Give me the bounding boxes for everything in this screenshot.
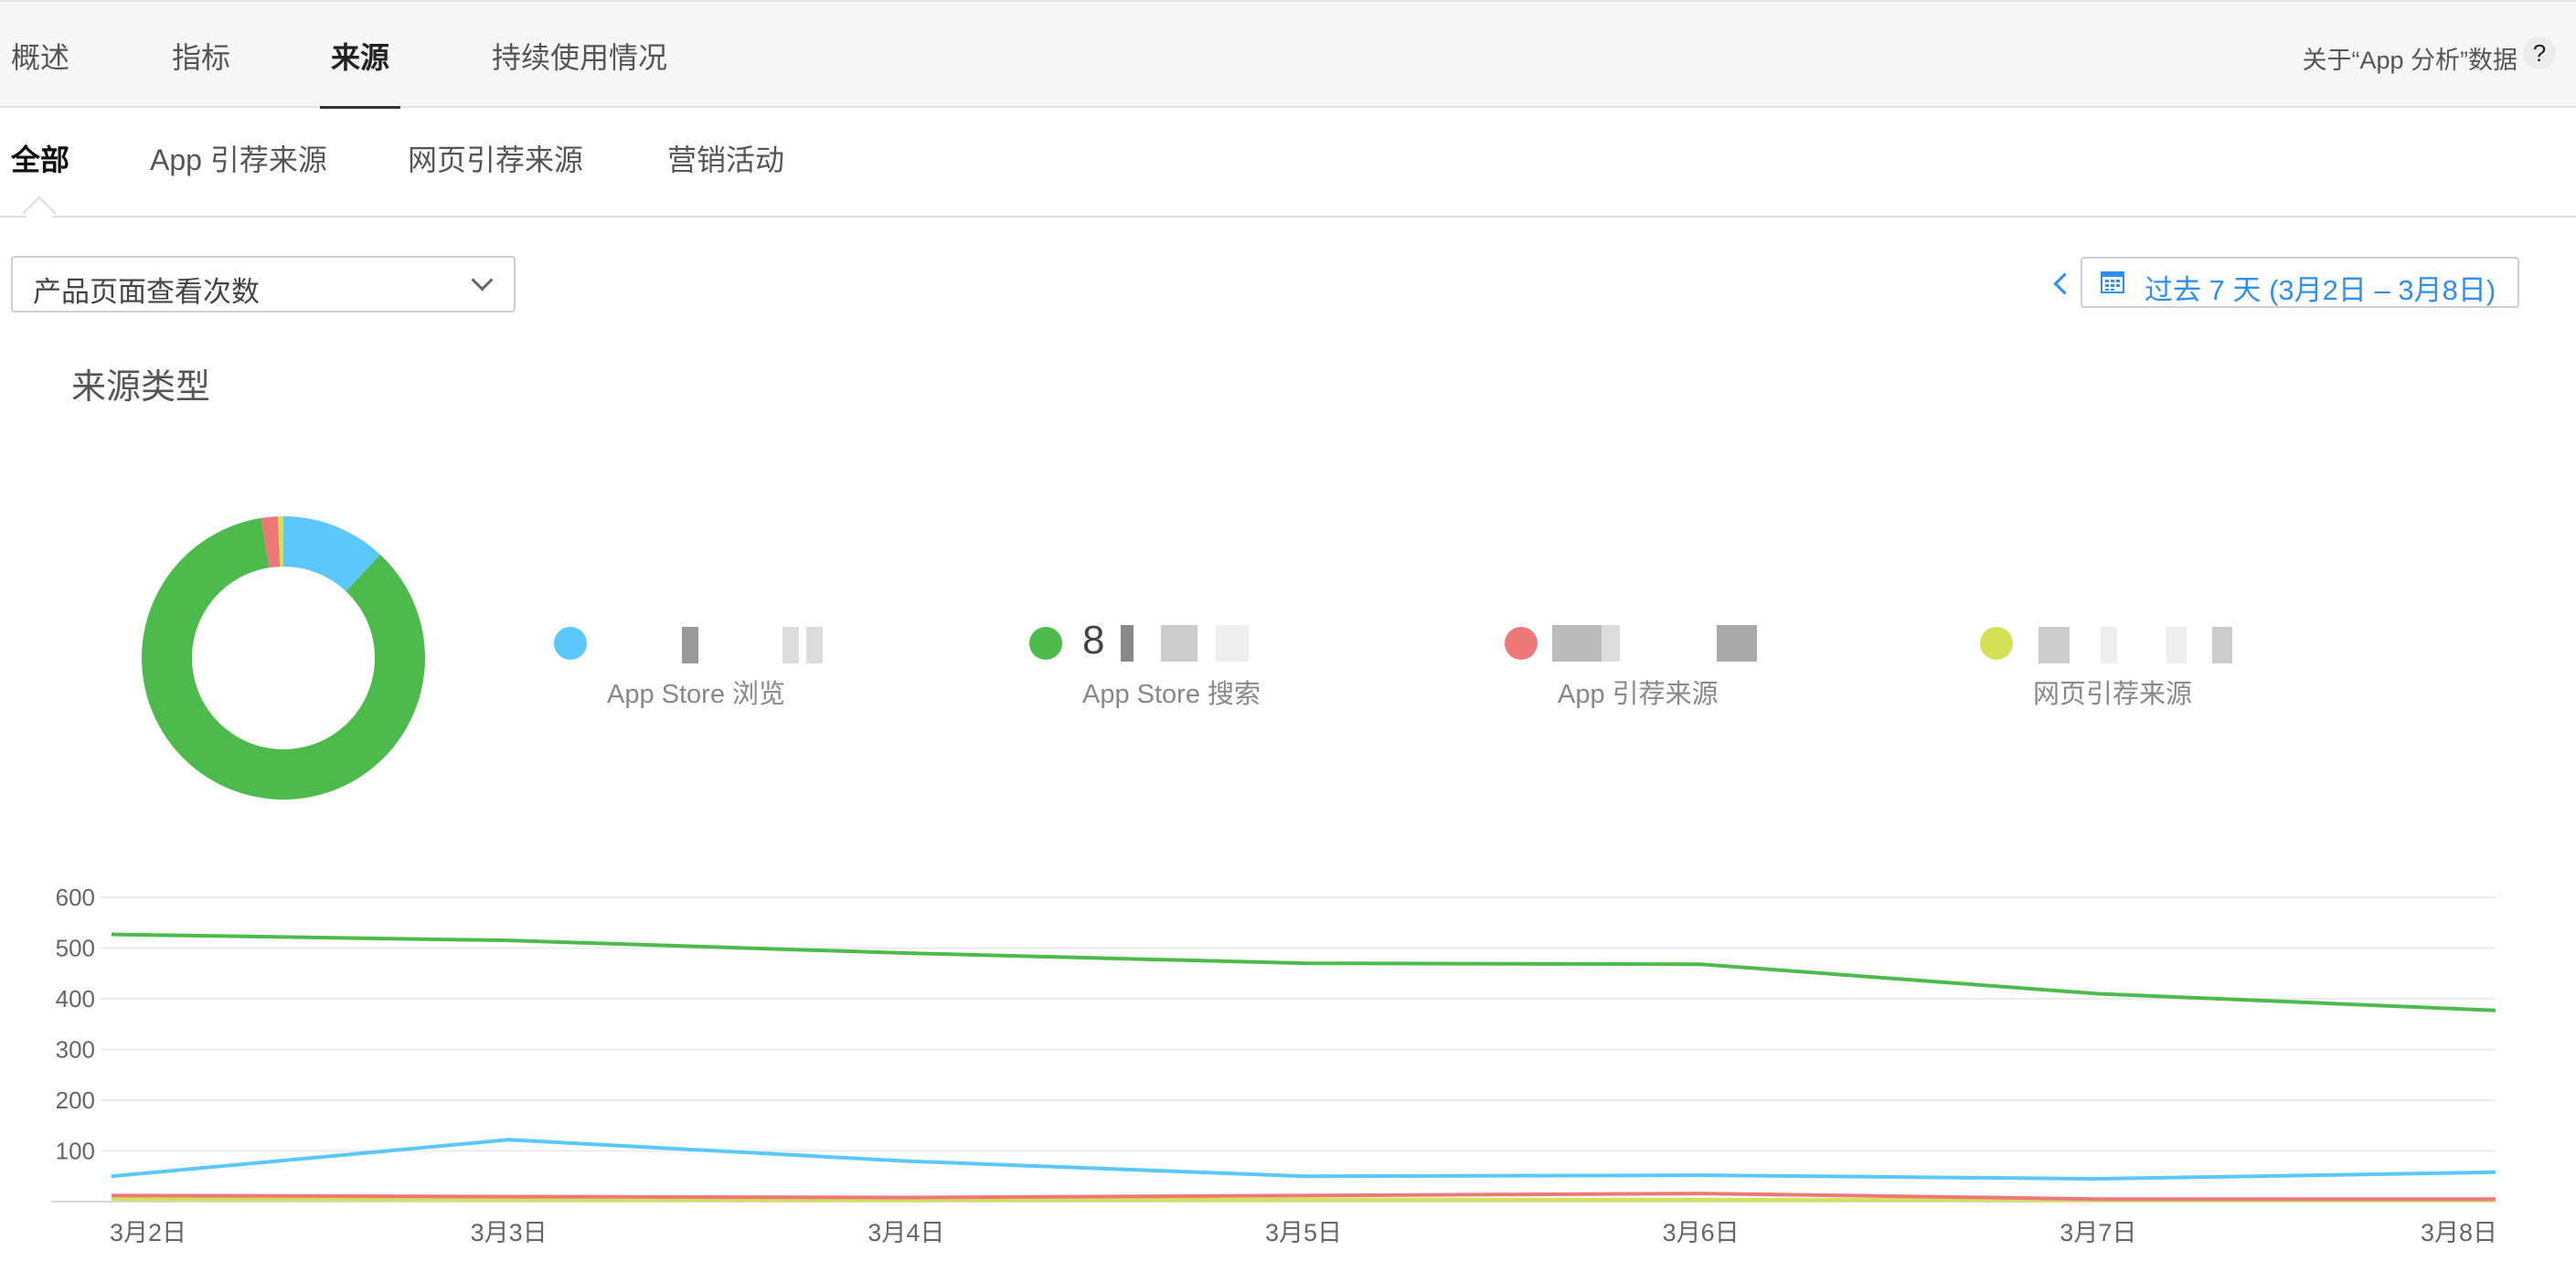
redacted-value: [1121, 625, 1263, 662]
source-type-line-chart: 100 200 300 400 500 600 3月2日 3月3日 3月4日 3月5日 3月6日 3…: [51, 884, 2497, 1246]
series-line: [111, 1138, 2496, 1182]
x-tick-label: 3月7日: [2060, 1219, 2136, 1246]
redacted-value: [1538, 625, 1757, 662]
active-subtab-caret: [22, 196, 57, 230]
sub-tab-bar: 全部 App 引荐来源 网页引荐来源 营销活动: [0, 108, 2576, 230]
calendar-icon: [2101, 271, 2124, 293]
tab-sources[interactable]: 来源: [331, 35, 389, 77]
legend-label: 网页引荐来源: [2033, 680, 2193, 709]
legend-value: 8: [1082, 618, 1105, 662]
subtab-web-referrers[interactable]: 网页引荐来源: [408, 137, 583, 179]
legend-label: App Store 搜索: [1082, 680, 1261, 709]
x-tick-label: 3月3日: [471, 1219, 548, 1246]
about-analytics-link[interactable]: 关于“App 分析”数据: [2302, 40, 2517, 76]
help-icon[interactable]: ?: [2523, 37, 2556, 69]
subtab-campaigns[interactable]: 营销活动: [667, 137, 784, 179]
metric-select-value: 产品页面查看次数: [33, 276, 260, 308]
tab-retention[interactable]: 持续使用情况: [492, 35, 667, 77]
y-tick-label: 300: [56, 1036, 95, 1064]
x-tick-label: 3月4日: [868, 1219, 944, 1246]
legend-dot: [1029, 627, 1062, 660]
y-tick-label: 400: [56, 985, 95, 1012]
legend-dot: [554, 627, 587, 660]
y-tick-label: 100: [56, 1138, 95, 1165]
date-range-label: 过去 7 天 (3月2日 – 3月8日): [2145, 274, 2496, 306]
metric-select[interactable]: 产品页面查看次数: [11, 256, 516, 313]
y-tick-label: 200: [56, 1086, 95, 1114]
subtab-app-referrers[interactable]: App 引荐来源: [150, 137, 327, 179]
x-tick-label: 3月6日: [1663, 1219, 1740, 1246]
previous-period-chevron-icon[interactable]: [2053, 272, 2076, 295]
legend-label: App Store 浏览: [607, 680, 786, 709]
legend-dot: [1505, 627, 1538, 660]
y-tick-label: 500: [56, 935, 95, 962]
tab-metrics[interactable]: 指标: [172, 35, 230, 77]
legend-label: App 引荐来源: [1558, 680, 1719, 709]
x-tick-label: 3月5日: [1265, 1219, 1342, 1246]
source-type-donut-chart: [142, 516, 425, 800]
tab-overview[interactable]: 概述: [11, 35, 69, 77]
x-tick-label: 3月2日: [110, 1219, 186, 1246]
top-tab-bar: 概述 指标 来源 持续使用情况 关于“App 分析”数据 ?: [0, 0, 2576, 109]
legend-dot: [1980, 627, 2013, 660]
section-title: 来源类型: [71, 368, 211, 407]
redacted-value: [2013, 627, 2232, 663]
subtab-all[interactable]: 全部: [11, 137, 69, 179]
date-range-button[interactable]: 过去 7 天 (3月2日 – 3月8日): [2081, 257, 2519, 308]
x-tick-label: 3月8日: [2421, 1219, 2497, 1246]
chevron-down-icon: [471, 269, 494, 292]
redacted-value: [645, 627, 828, 663]
y-tick-label: 600: [56, 884, 95, 911]
